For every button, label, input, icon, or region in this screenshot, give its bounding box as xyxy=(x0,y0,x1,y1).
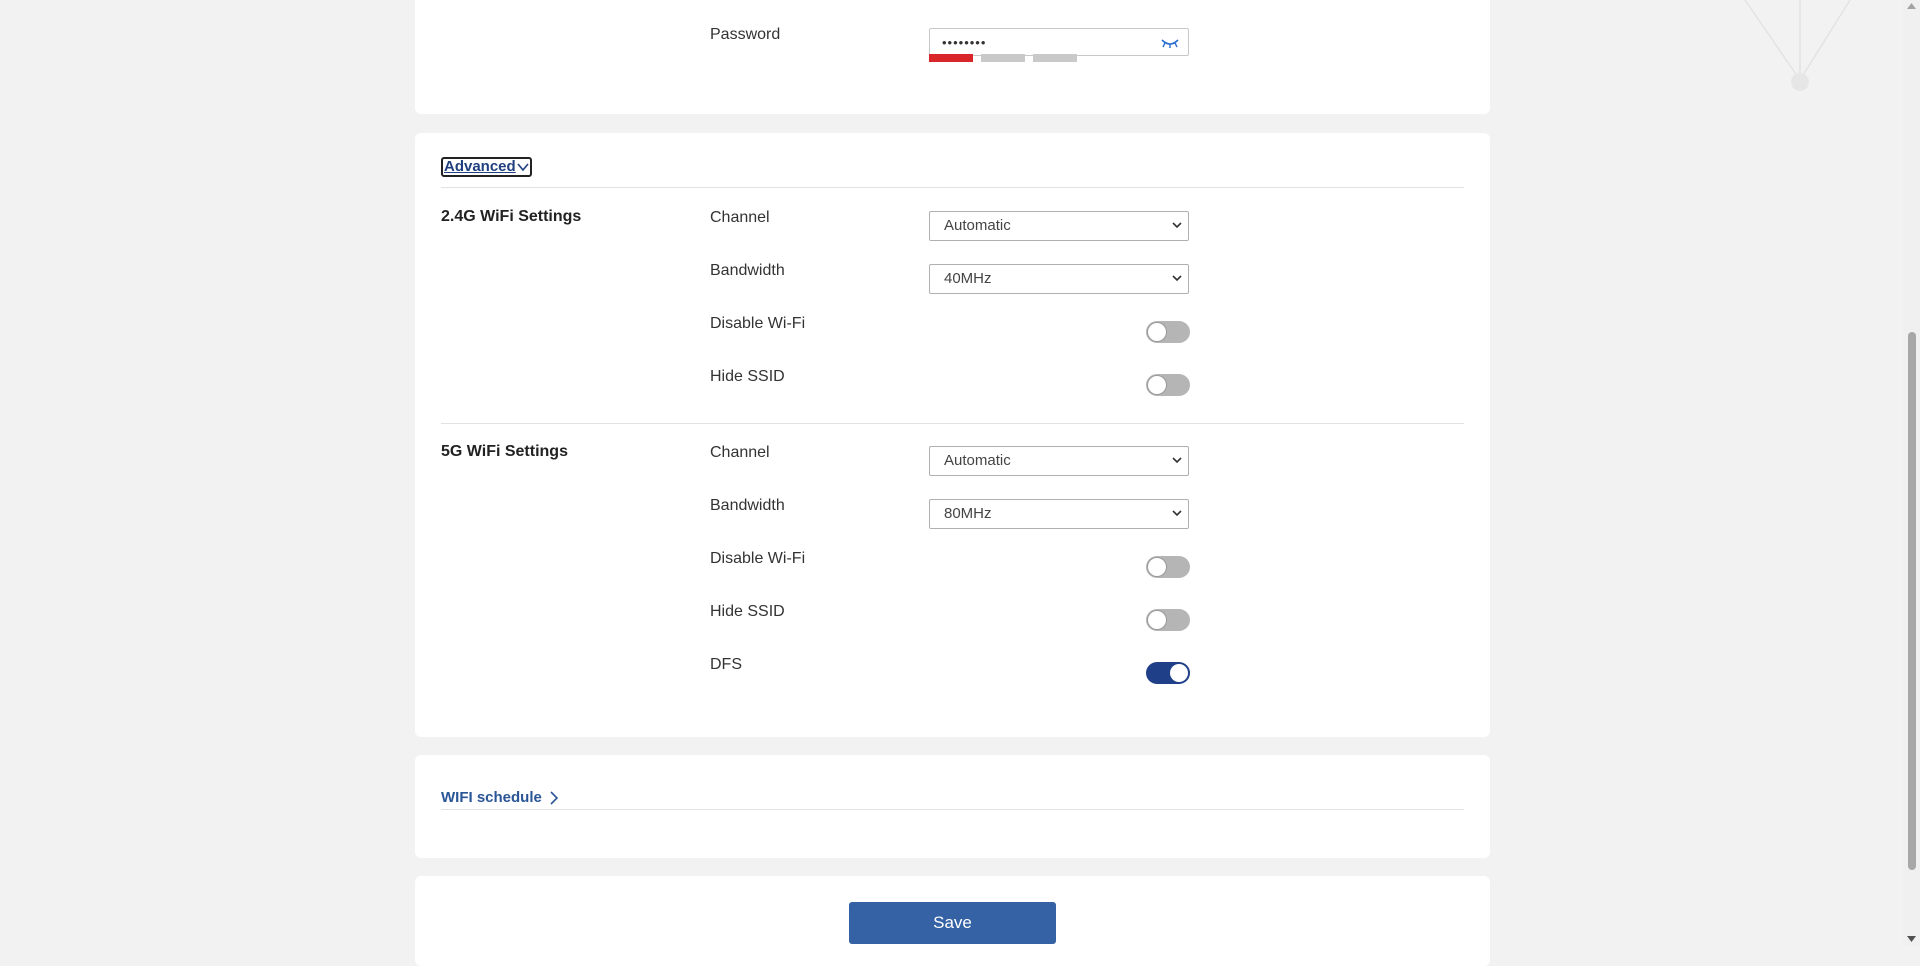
channel-24g-label: Channel xyxy=(710,209,770,226)
background-decoration xyxy=(1744,0,1851,91)
disable-wifi-5g-label: Disable Wi-Fi xyxy=(710,550,806,567)
password-value: •••••••• xyxy=(942,35,987,50)
toggle-knob xyxy=(1148,376,1166,394)
toggle-knob xyxy=(1148,611,1166,629)
disable-wifi-24g-toggle[interactable] xyxy=(1146,321,1190,343)
disable-wifi-5g-toggle[interactable] xyxy=(1146,556,1190,578)
eye-closed-icon[interactable] xyxy=(1160,36,1180,54)
advanced-divider xyxy=(441,187,1464,188)
dfs-label: DFS xyxy=(710,656,742,673)
hide-ssid-24g-label: Hide SSID xyxy=(710,368,785,385)
password-strength-bar-2 xyxy=(981,54,1025,62)
scrollbar-thumb[interactable] xyxy=(1908,332,1916,870)
channel-5g-label: Channel xyxy=(710,444,770,461)
password-input[interactable]: •••••••• xyxy=(929,28,1189,56)
disable-wifi-24g-label: Disable Wi-Fi xyxy=(710,315,806,332)
channel-24g-select[interactable]: Automatic xyxy=(929,211,1189,241)
save-card: Save xyxy=(415,876,1490,966)
toggle-knob xyxy=(1170,664,1188,682)
toggle-knob xyxy=(1148,558,1166,576)
channel-5g-select[interactable]: Automatic xyxy=(929,446,1189,476)
toggle-knob xyxy=(1148,323,1166,341)
chevron-down-icon xyxy=(517,163,529,172)
scroll-down-arrow-icon[interactable] xyxy=(1907,936,1916,942)
save-button[interactable]: Save xyxy=(849,902,1056,944)
hide-ssid-5g-toggle[interactable] xyxy=(1146,609,1190,631)
caret-down-icon xyxy=(1172,222,1182,229)
page-scrollbar[interactable] xyxy=(1903,0,1920,945)
wifi-24g-title: 2.4G WiFi Settings xyxy=(441,208,582,225)
channel-5g-value: Automatic xyxy=(944,452,1011,469)
caret-down-icon xyxy=(1172,275,1182,282)
advanced-label: Advanced xyxy=(444,158,516,175)
wifi-5g-title: 5G WiFi Settings xyxy=(441,443,568,460)
bandwidth-5g-label: Bandwidth xyxy=(710,497,785,514)
bandwidth-24g-label: Bandwidth xyxy=(710,262,785,279)
scroll-up-arrow-icon[interactable] xyxy=(1907,3,1916,9)
wireless-basic-card: Password •••••••• xyxy=(415,0,1490,114)
password-strength-bar-3 xyxy=(1033,54,1077,62)
wifi-section-divider xyxy=(441,423,1464,424)
dfs-toggle[interactable] xyxy=(1146,662,1190,684)
hide-ssid-5g-label: Hide SSID xyxy=(710,603,785,620)
password-label: Password xyxy=(710,26,781,43)
advanced-settings-card: Advanced 2.4G WiFi Settings Channel Auto… xyxy=(415,133,1490,737)
wifi-schedule-label: WIFI schedule xyxy=(441,789,542,806)
chevron-right-icon xyxy=(550,790,558,805)
caret-down-icon xyxy=(1172,510,1182,517)
advanced-toggle[interactable]: Advanced xyxy=(441,157,532,177)
hide-ssid-24g-toggle[interactable] xyxy=(1146,374,1190,396)
channel-24g-value: Automatic xyxy=(944,217,1011,234)
caret-down-icon xyxy=(1172,457,1182,464)
bandwidth-5g-value: 80MHz xyxy=(944,505,992,522)
wifi-schedule-card: WIFI schedule xyxy=(415,755,1490,858)
password-strength-bar-1 xyxy=(929,54,973,62)
wifi-schedule-link[interactable]: WIFI schedule xyxy=(441,789,558,806)
bandwidth-24g-select[interactable]: 40MHz xyxy=(929,264,1189,294)
bandwidth-5g-select[interactable]: 80MHz xyxy=(929,499,1189,529)
schedule-divider xyxy=(441,809,1464,810)
bandwidth-24g-value: 40MHz xyxy=(944,270,992,287)
